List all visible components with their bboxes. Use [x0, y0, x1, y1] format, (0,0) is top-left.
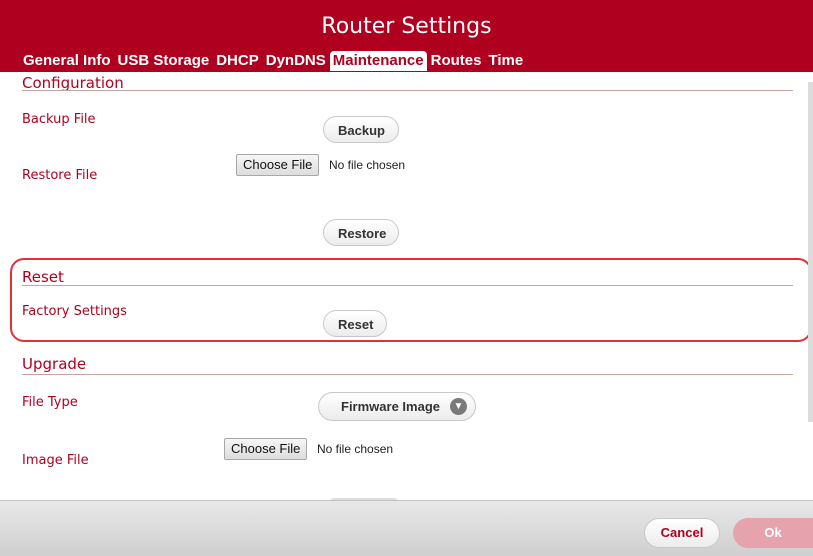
- tab-dhcp[interactable]: DHCP: [213, 51, 262, 71]
- upgrade-divider: [22, 374, 793, 375]
- reset-section-highlight: [10, 258, 812, 342]
- tab-maintenance[interactable]: Maintenance: [329, 51, 427, 71]
- tab-time[interactable]: Time: [485, 51, 526, 71]
- reset-divider: [22, 285, 793, 286]
- backup-file-label: Backup File: [22, 112, 96, 127]
- restore-choose-file-button[interactable]: Choose File: [236, 154, 320, 176]
- tab-dyndns[interactable]: DynDNS: [263, 51, 329, 71]
- settings-content[interactable]: Configuration Backup File Backup Restore…: [0, 72, 813, 500]
- window-title: Router Settings: [321, 14, 492, 39]
- factory-settings-label: Factory Settings: [22, 304, 127, 319]
- restore-file-status: No file chosen: [329, 158, 406, 172]
- file-type-select[interactable]: Firmware Image ▼: [318, 392, 476, 421]
- ok-button[interactable]: Ok: [733, 518, 813, 548]
- file-type-value: Firmware Image: [341, 399, 440, 414]
- image-file-label: Image File: [22, 453, 89, 468]
- scrollbar[interactable]: [808, 82, 813, 422]
- header-bar: Router Settings General Info USB Storage…: [0, 0, 813, 72]
- cancel-button[interactable]: Cancel: [644, 518, 720, 548]
- upgrade-section-title: Upgrade: [22, 355, 87, 373]
- reset-button[interactable]: Reset: [323, 310, 387, 337]
- tab-routes[interactable]: Routes: [428, 51, 485, 71]
- restore-button[interactable]: Restore: [323, 219, 399, 246]
- tab-general-info[interactable]: General Info: [20, 51, 114, 71]
- restore-file-label: Restore File: [22, 168, 98, 183]
- reset-section-title: Reset: [22, 268, 64, 286]
- tab-usb-storage[interactable]: USB Storage: [115, 51, 213, 71]
- configuration-divider: [22, 90, 793, 91]
- image-file-status: No file chosen: [317, 442, 394, 456]
- image-choose-file-button[interactable]: Choose File: [224, 438, 308, 460]
- footer-bar: Cancel Ok: [0, 500, 813, 556]
- backup-button[interactable]: Backup: [323, 116, 399, 143]
- chevron-down-icon: ▼: [450, 398, 467, 415]
- file-type-label: File Type: [22, 395, 78, 410]
- tab-bar: General Info USB Storage DHCP DynDNS Mai…: [20, 49, 527, 71]
